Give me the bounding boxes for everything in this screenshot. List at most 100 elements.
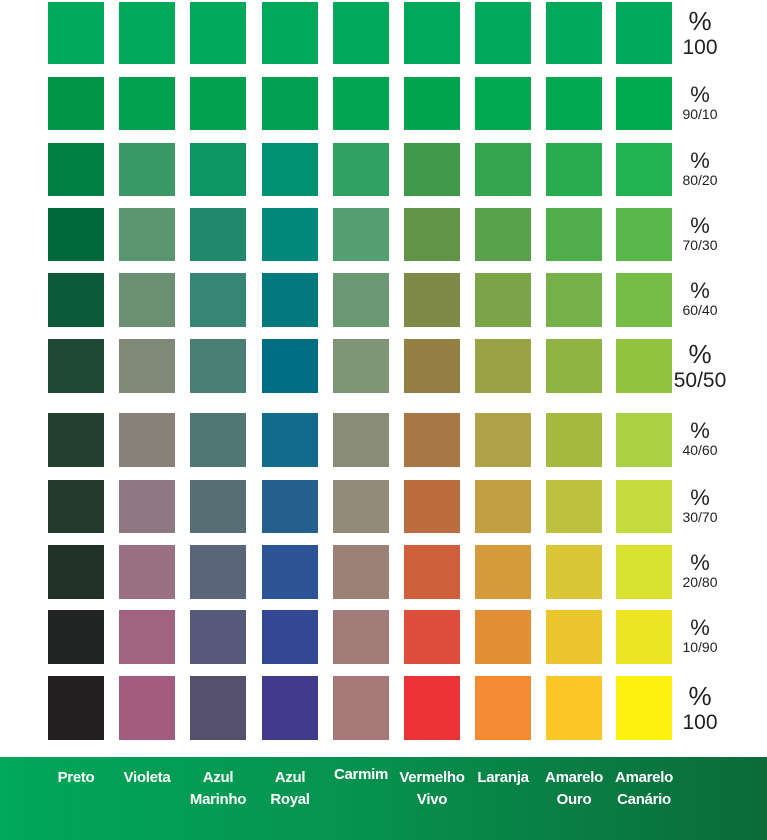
color-swatch <box>333 273 389 327</box>
color-swatch <box>404 610 460 664</box>
color-swatch <box>475 273 531 327</box>
color-swatch <box>475 610 531 664</box>
ratio-value: 10/90 <box>682 639 718 655</box>
color-swatch <box>616 77 672 130</box>
ratio-value: 50/50 <box>673 369 727 392</box>
color-swatch <box>48 676 104 740</box>
color-swatch <box>546 676 602 740</box>
ratio-value: 90/10 <box>682 105 718 122</box>
column-label-line: Carmim <box>333 766 389 783</box>
column-color-name: Vermelho Vivo <box>392 767 472 811</box>
color-swatch <box>616 339 672 393</box>
color-swatch <box>262 480 318 533</box>
color-swatch <box>546 77 602 130</box>
color-swatch <box>48 208 104 261</box>
color-swatch <box>48 480 104 533</box>
color-swatch <box>190 77 246 130</box>
color-swatch <box>616 143 672 196</box>
column-color-name: Amarelo Ouro <box>534 767 614 811</box>
column-label-line: Violeta <box>123 769 171 786</box>
color-swatch <box>262 2 318 64</box>
column-label-line: Amarelo <box>545 769 603 786</box>
percent-symbol: % <box>690 550 710 575</box>
percent-symbol: % <box>688 6 712 36</box>
row-ratio-label: % 100 <box>668 683 732 733</box>
color-swatch <box>333 77 389 130</box>
color-swatch <box>262 545 318 599</box>
color-swatch <box>404 676 460 740</box>
row-ratio-label: % 10/90 <box>668 617 732 655</box>
color-swatch <box>119 545 175 599</box>
color-swatch <box>48 413 104 467</box>
row-ratio-label: % 30/70 <box>668 486 732 525</box>
color-swatch <box>404 273 460 327</box>
ratio-value: 30/70 <box>682 508 718 525</box>
color-swatch <box>333 413 389 467</box>
row-ratio-label: % 90/10 <box>668 81 732 122</box>
percent-symbol: % <box>690 81 710 107</box>
color-swatch <box>262 208 318 261</box>
color-swatch <box>475 545 531 599</box>
color-swatch <box>190 610 246 664</box>
percent-symbol: % <box>690 418 710 443</box>
color-swatch <box>546 143 602 196</box>
color-swatch <box>190 339 246 393</box>
color-swatch <box>475 208 531 261</box>
color-swatch <box>262 143 318 196</box>
column-color-name: Laranja <box>463 767 543 789</box>
percent-symbol: % <box>690 147 710 173</box>
color-swatch <box>616 480 672 533</box>
column-label-line: Marinho <box>189 791 247 808</box>
color-swatch <box>262 413 318 467</box>
color-swatch <box>48 339 104 393</box>
column-label-line: Vermelho <box>399 769 465 786</box>
percent-symbol: % <box>690 278 710 303</box>
color-swatch <box>48 545 104 599</box>
color-swatch <box>546 339 602 393</box>
column-color-name: Carmim <box>321 764 401 786</box>
column-color-name: Azul Royal <box>250 767 330 811</box>
color-swatch <box>404 413 460 467</box>
ratio-value: 80/20 <box>682 171 718 188</box>
color-swatch <box>616 676 672 740</box>
color-swatch <box>119 2 175 64</box>
color-swatch <box>475 77 531 130</box>
color-swatch <box>119 273 175 327</box>
column-label-line: Azul <box>274 769 306 786</box>
column-label-line: Laranja <box>477 769 529 786</box>
color-swatch <box>404 208 460 261</box>
color-swatch <box>546 273 602 327</box>
color-swatch <box>404 545 460 599</box>
color-swatch <box>119 676 175 740</box>
color-swatch <box>190 2 246 64</box>
column-label-line: Royal <box>270 791 310 808</box>
color-swatch <box>333 480 389 533</box>
column-label-line: Preto <box>57 769 95 786</box>
column-color-name: Violeta <box>107 767 187 789</box>
color-swatch <box>546 2 602 64</box>
column-label-line: Azul <box>202 769 234 786</box>
ratio-value: 100 <box>682 36 718 59</box>
color-swatch <box>119 610 175 664</box>
color-swatch <box>404 480 460 533</box>
column-label-line: Amarelo <box>615 769 673 786</box>
color-swatch <box>546 480 602 533</box>
color-swatch <box>404 143 460 196</box>
ratio-value: 70/30 <box>682 236 718 253</box>
color-swatch <box>333 2 389 64</box>
row-ratio-label: % 80/20 <box>668 147 732 188</box>
color-swatch <box>475 143 531 196</box>
percent-symbol: % <box>688 339 712 369</box>
color-swatch <box>475 339 531 393</box>
row-ratio-label: % 40/60 <box>668 418 732 458</box>
color-swatch <box>404 339 460 393</box>
color-swatch <box>48 273 104 327</box>
column-label-line: Ouro <box>556 791 592 808</box>
color-swatch <box>546 545 602 599</box>
color-swatch <box>475 676 531 740</box>
color-swatch <box>119 143 175 196</box>
color-swatch <box>190 143 246 196</box>
color-swatch <box>119 413 175 467</box>
column-color-name: Azul Marinho <box>178 767 258 811</box>
color-swatch <box>262 610 318 664</box>
